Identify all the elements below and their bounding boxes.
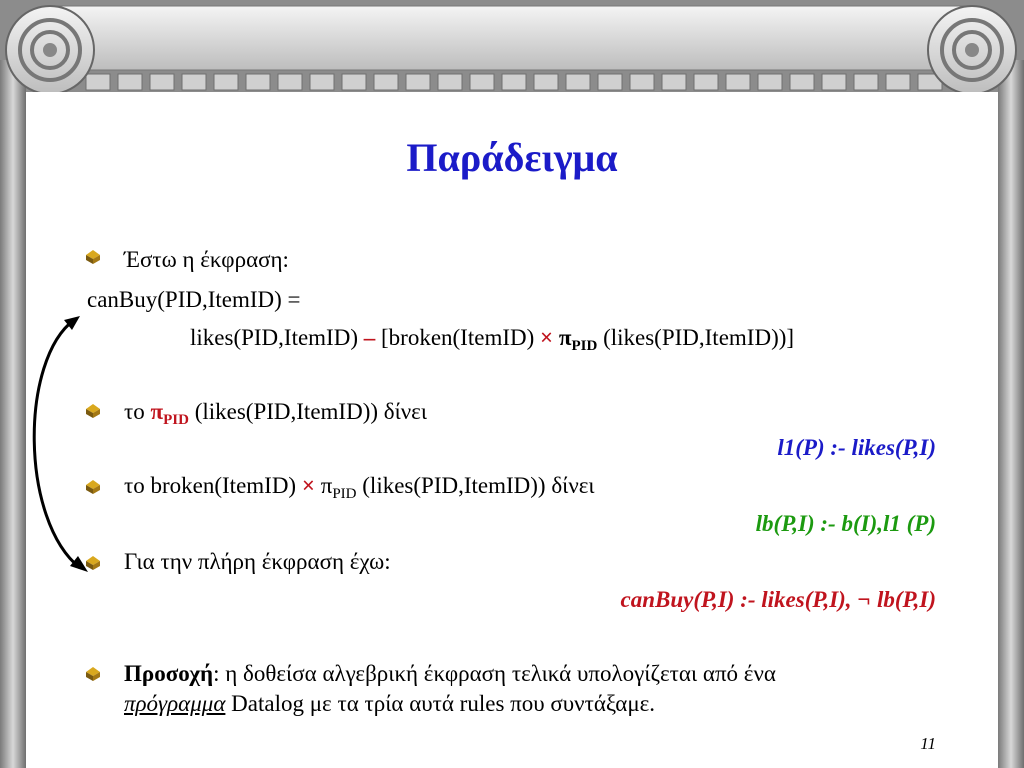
rule-canbuy: canBuy(P,I) :- likes(P,I), ¬ lb(P,I): [620, 587, 937, 612]
bullet-icon: [86, 556, 100, 570]
left-volute-icon: [5, 5, 95, 95]
full-expression-bullet: Για την πλήρη έκφραση έχω:: [124, 549, 391, 574]
right-volute-icon: [927, 5, 1017, 95]
expression-intro: Έστω η έκφραση:: [124, 247, 289, 272]
algebra-expression: likes(PID,ItemID) – [broken(ItemID) × πP…: [190, 325, 795, 354]
page-number: 11: [920, 734, 936, 753]
slide-title: Παράδειγμα: [406, 135, 618, 180]
broken-product-bullet: το broken(ItemID) × πPID (likes(PID,Item…: [124, 473, 595, 502]
projection-bullet: το πPID (likes(PID,ItemID)) δίνει: [124, 399, 428, 428]
canbuy-definition: canBuy(PID,ItemID) =: [87, 287, 301, 312]
rule-lb: lb(P,I) :- b(I),l1 (P): [755, 511, 936, 536]
bullet-icon: [86, 667, 100, 681]
bullet-icon: [86, 480, 100, 494]
note-line-1: Προσοχή: η δοθείσα αλγεβρική έκφραση τελ…: [124, 661, 776, 686]
rule-l1: l1(P) :- likes(P,I): [777, 435, 936, 460]
bullet-icon: [86, 250, 100, 264]
bullet-icon: [86, 404, 100, 418]
note-line-2: πρόγραμμα Datalog με τα τρία αυτά rules …: [124, 691, 656, 716]
